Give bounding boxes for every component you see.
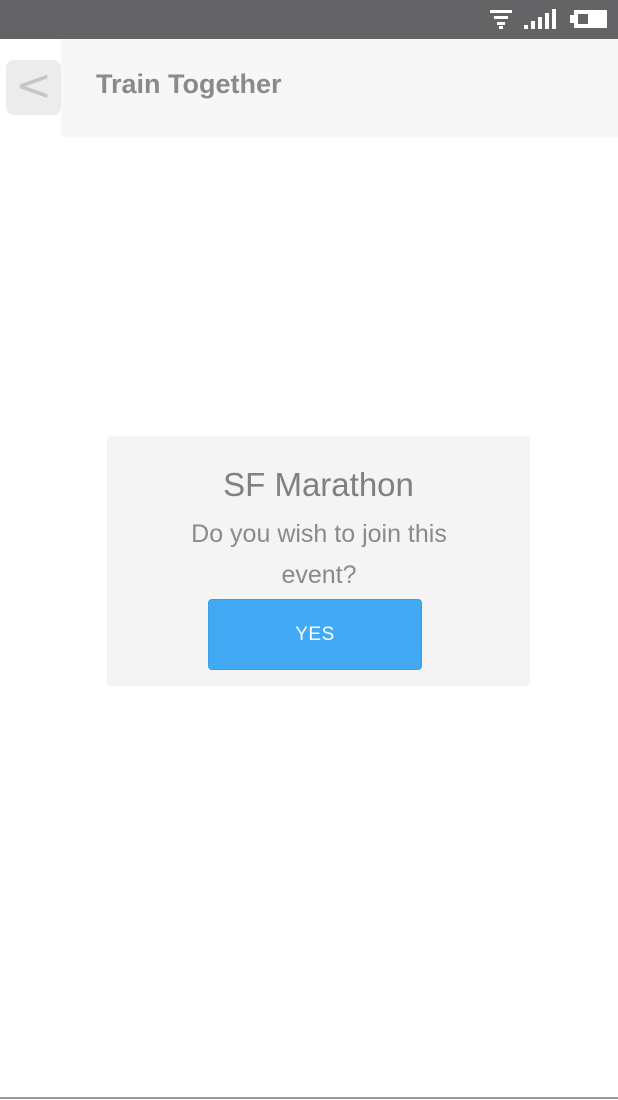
bottom-divider [0, 1097, 618, 1099]
yes-button[interactable]: YES [208, 599, 422, 670]
join-event-dialog: SF Marathon Do you wish to join this eve… [107, 436, 530, 686]
signal-icon [524, 9, 558, 29]
back-button[interactable]: < [6, 60, 61, 115]
back-chevron-icon: < [15, 59, 52, 111]
page-title: Train Together [96, 69, 282, 99]
dialog-message: Do you wish to join this event? [191, 520, 447, 589]
status-icons [490, 8, 608, 30]
event-title: SF Marathon [223, 466, 414, 503]
status-bar [0, 0, 618, 39]
header-bar: Train Together [61, 39, 618, 137]
wifi-icon [490, 9, 512, 29]
app-screen: Train Together < SF Marathon Do you wish… [0, 0, 618, 1100]
battery-icon [570, 9, 608, 29]
